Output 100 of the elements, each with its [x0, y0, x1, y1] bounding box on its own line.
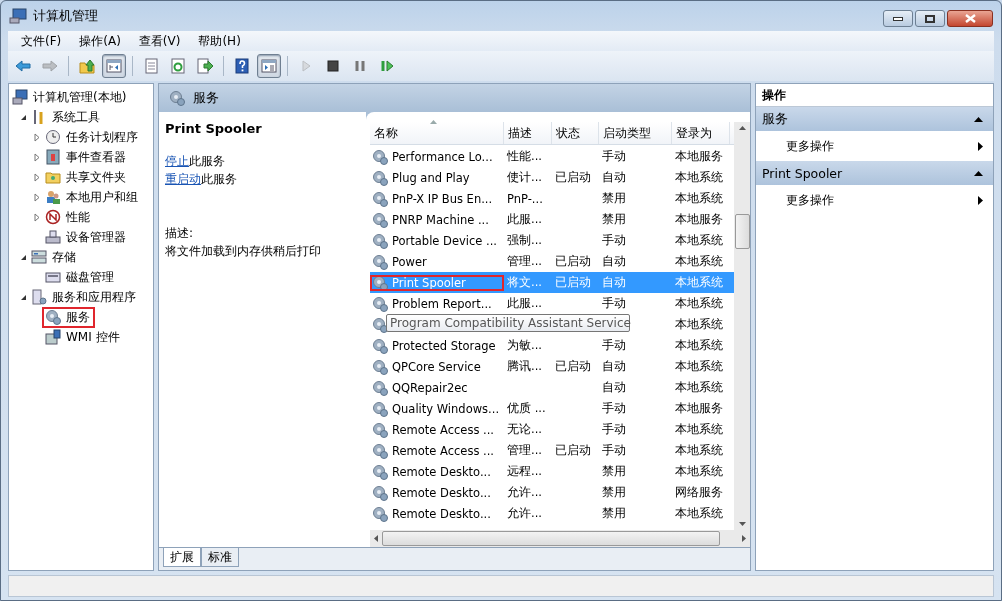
table-cell-text: 已启动: [554, 275, 592, 290]
gear-icon: [372, 169, 388, 186]
gear-icon: [372, 400, 388, 417]
collapsed-arrow-icon[interactable]: [34, 172, 40, 182]
scroll-left-icon[interactable]: [374, 535, 378, 542]
action-link[interactable]: 停止: [165, 154, 189, 168]
table-cell-text: 本地系统: [674, 275, 724, 290]
table-cell-text: 自动: [601, 380, 627, 395]
table-cell-text: 本地系统: [674, 443, 724, 458]
column-header[interactable]: 启动类型: [599, 122, 672, 144]
action-pane-button[interactable]: [257, 54, 281, 78]
horizontal-scrollbar[interactable]: [370, 530, 750, 547]
tree-item[interactable]: 共享文件夹: [64, 168, 128, 186]
table-cell-text: 本地系统: [674, 380, 724, 395]
menu-item[interactable]: 操作(A): [70, 32, 130, 50]
tree-item[interactable]: 设备管理器: [64, 228, 128, 246]
gear-icon: [372, 274, 388, 291]
table-row[interactable]: Remote Deskto... 允许... 禁用 网络服务: [370, 482, 734, 503]
section-header[interactable]: Print Spooler: [756, 161, 993, 185]
table-cell-text: Power: [391, 254, 427, 269]
action-item[interactable]: 更多操作: [756, 185, 993, 215]
action-link[interactable]: 重启动: [165, 172, 201, 186]
table-cell-text: PnP-X IP Bus En...: [391, 191, 493, 206]
gear-icon: [372, 358, 388, 375]
table-cell-text: 本地系统: [674, 464, 724, 479]
tree-item[interactable]: 性能: [64, 208, 92, 226]
collapsed-arrow-icon[interactable]: [34, 212, 40, 222]
tree-item[interactable]: 服务和应用程序: [50, 288, 138, 306]
resume-icon: [379, 58, 395, 74]
collapse-icon[interactable]: [974, 170, 983, 176]
tree-item[interactable]: 磁盘管理: [64, 268, 116, 286]
minimize-button[interactable]: [883, 10, 913, 27]
table-row[interactable]: Power 管理... 已启动 自动 本地系统: [370, 251, 734, 272]
tree-item[interactable]: 计算机管理(本地): [31, 88, 129, 106]
view-tab[interactable]: 标准: [201, 548, 239, 567]
maximize-icon: [925, 14, 935, 23]
computer-icon: [12, 89, 28, 105]
expanded-arrow-icon[interactable]: [19, 253, 27, 261]
table-row[interactable]: PNRP Machine ... 此服... 禁用 本地服务: [370, 209, 734, 230]
table-row[interactable]: QQRepair2ec 自动 本地系统: [370, 377, 734, 398]
table-cell-text: 本地服务: [674, 401, 724, 416]
table-row[interactable]: Protected Storage 为敏... 手动 本地系统: [370, 335, 734, 356]
section-header[interactable]: 服务: [756, 107, 993, 131]
table-cell-text: Plug and Play: [391, 170, 470, 185]
action-item[interactable]: 更多操作: [756, 131, 993, 161]
table-row[interactable]: Remote Deskto... 远程... 禁用 本地系统: [370, 461, 734, 482]
column-header[interactable]: 状态: [552, 122, 599, 144]
folder-up-icon: [79, 58, 95, 74]
collapsed-arrow-icon[interactable]: [34, 152, 40, 162]
maximize-button[interactable]: [915, 10, 945, 27]
column-header[interactable]: 描述: [504, 122, 552, 144]
collapsed-arrow-icon[interactable]: [34, 192, 40, 202]
tree-item[interactable]: 系统工具: [50, 108, 102, 126]
view-tab[interactable]: 扩展: [163, 548, 201, 567]
scroll-down-icon[interactable]: [738, 522, 746, 526]
tree-pane-button[interactable]: [102, 54, 126, 78]
table-cell-text: 本地服务: [674, 149, 724, 164]
table-cell-text: 自动: [601, 275, 627, 290]
tree-item[interactable]: WMI 控件: [64, 328, 122, 346]
table-row[interactable]: Remote Deskto... 允许... 禁用 本地系统: [370, 503, 734, 524]
table-cell-text: 本地系统: [674, 506, 724, 521]
table-row[interactable]: Performance Lo... 性能... 手动 本地服务: [370, 146, 734, 167]
menu-item[interactable]: 查看(V): [129, 32, 190, 50]
column-header[interactable]: 名称: [370, 122, 504, 144]
table-cell-text: Quality Windows...: [391, 401, 500, 416]
table-cell-text: 本地服务: [674, 212, 724, 227]
scroll-up-icon[interactable]: [738, 126, 746, 130]
expanded-arrow-icon[interactable]: [19, 293, 27, 301]
gear-icon: [169, 90, 185, 106]
tree-item[interactable]: 任务计划程序: [64, 128, 140, 146]
vertical-scrollbar[interactable]: [734, 122, 750, 530]
close-icon: [964, 14, 976, 23]
tree-item[interactable]: 事件查看器: [64, 148, 128, 166]
table-row[interactable]: Remote Access ... 管理... 已启动 手动 本地系统: [370, 440, 734, 461]
table-cell-text: Protected Storage: [391, 338, 496, 353]
expanded-arrow-icon[interactable]: [19, 113, 27, 121]
table-cell-text: 禁用: [601, 212, 627, 227]
table-row[interactable]: Problem Report... 此服... 手动 本地系统: [370, 293, 734, 314]
table-row[interactable]: Plug and Play 使计... 已启动 自动 本地系统: [370, 167, 734, 188]
table-row[interactable]: Portable Device ... 强制... 手动 本地系统: [370, 230, 734, 251]
scroll-thumb[interactable]: [382, 531, 720, 546]
device-icon: [45, 229, 61, 245]
table-cell-text: 禁用: [601, 191, 627, 206]
collapse-icon[interactable]: [974, 116, 983, 122]
collapsed-arrow-icon[interactable]: [34, 132, 40, 142]
computer-icon: [9, 8, 27, 24]
menu-item[interactable]: 帮助(H): [189, 32, 250, 50]
table-cell-text: 手动: [601, 296, 627, 311]
scroll-right-icon[interactable]: [742, 535, 746, 542]
close-button[interactable]: [947, 10, 993, 27]
table-row[interactable]: QPCore Service 腾讯... 已启动 自动 本地系统: [370, 356, 734, 377]
scroll-thumb[interactable]: [734, 213, 750, 249]
column-header[interactable]: 登录为: [672, 122, 730, 144]
tree-item[interactable]: 存储: [50, 248, 78, 266]
menu-item[interactable]: 文件(F): [12, 32, 71, 50]
table-row[interactable]: PnP-X IP Bus En... PnP-... 禁用 本地系统: [370, 188, 734, 209]
table-row[interactable]: Remote Access ... 无论... 手动 本地系统: [370, 419, 734, 440]
table-row[interactable]: Quality Windows... 优质 ... 手动 本地服务: [370, 398, 734, 419]
service-name: Print Spooler: [165, 120, 263, 138]
tree-item[interactable]: 本地用户和组: [64, 188, 140, 206]
